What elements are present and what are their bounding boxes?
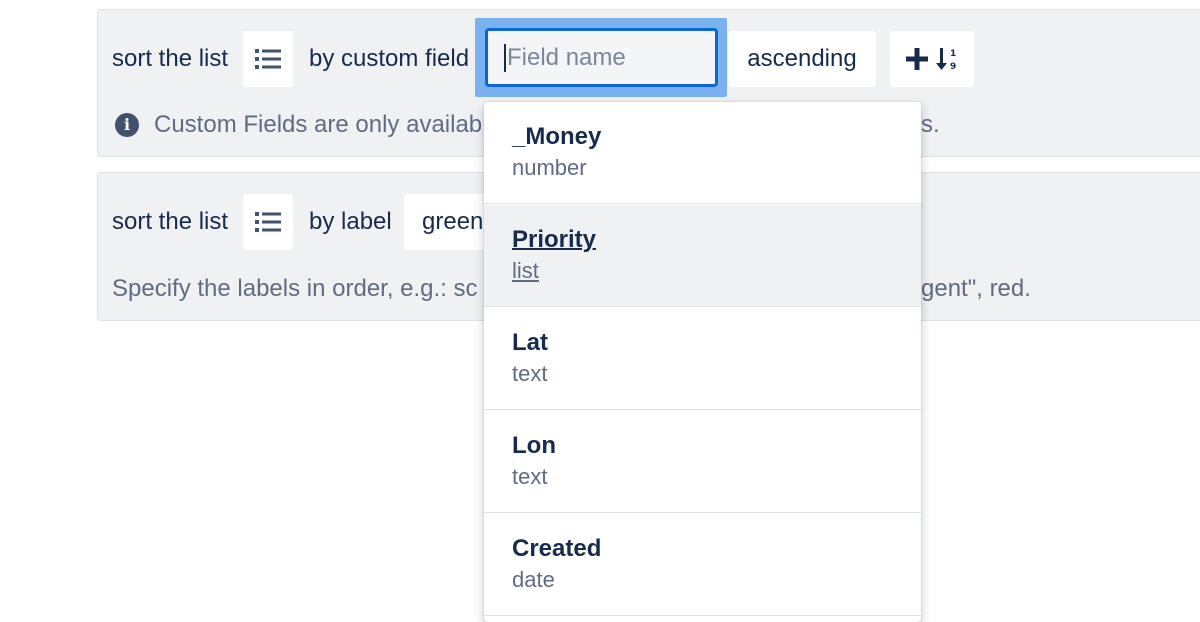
custom-fields-info-text-left: Custom Fields are only availab: [154, 111, 483, 138]
list-icon: [255, 212, 281, 232]
by-custom-field-label: by custom field: [309, 45, 470, 72]
list-type-button-2[interactable]: [243, 194, 293, 250]
label-value: green: [422, 208, 484, 235]
sort-direction-button[interactable]: ascending: [728, 31, 876, 87]
option-type: text: [512, 464, 548, 489]
add-sort-criterion-button[interactable]: 1 9: [890, 31, 974, 87]
by-label-label: by label: [309, 208, 392, 235]
info-icon: i: [115, 113, 139, 137]
plus-icon: [906, 48, 928, 70]
field-name-placeholder: Field name: [507, 43, 626, 71]
rule2-prefix: sort the list: [112, 208, 229, 235]
text-caret: [504, 43, 506, 72]
option-type: date: [512, 567, 555, 592]
svg-text:1: 1: [950, 49, 956, 59]
labels-hint-text-right: gent", red.: [921, 275, 1031, 302]
dropdown-option-created[interactable]: Created date: [484, 514, 921, 616]
dropdown-option-money[interactable]: _Money number: [484, 102, 921, 204]
option-type: number: [512, 155, 587, 180]
option-type: text: [512, 361, 548, 386]
sort-numeric-icon: 1 9: [936, 48, 956, 71]
list-icon: [255, 49, 281, 69]
field-name-focus-ring: Field name: [475, 18, 727, 97]
dropdown-option-lon[interactable]: Lon text: [484, 411, 921, 513]
svg-text:9: 9: [950, 62, 956, 71]
field-name-input[interactable]: Field name: [485, 28, 718, 87]
option-name: Priority: [512, 226, 597, 253]
option-type: list: [512, 258, 539, 283]
labels-hint-text-left: Specify the labels in order, e.g.: sc: [112, 275, 478, 302]
list-type-button[interactable]: [243, 31, 293, 87]
option-name: Created: [512, 535, 602, 562]
option-name: Lon: [512, 432, 556, 459]
option-name: Lat: [512, 329, 548, 356]
dropdown-option-priority[interactable]: Priority list: [484, 205, 921, 307]
rule1-prefix: sort the list: [112, 45, 229, 72]
option-name: _Money: [512, 123, 602, 150]
dropdown-option-lat[interactable]: Lat text: [484, 308, 921, 410]
custom-field-dropdown: _Money number Priority list Lat text Lon…: [484, 102, 921, 622]
custom-fields-info-text-right: s.: [921, 111, 940, 138]
sort-direction-label: ascending: [747, 45, 857, 72]
